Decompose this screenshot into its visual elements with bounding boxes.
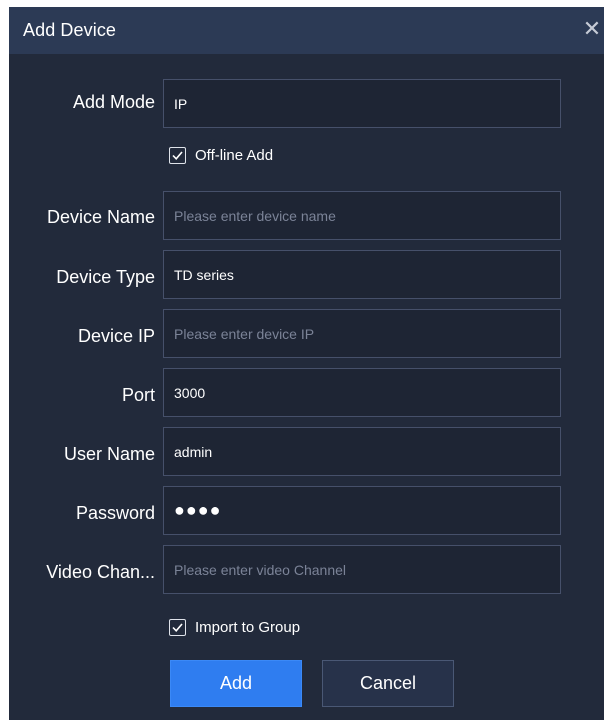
offline-add-checkbox[interactable]: Off-line Add (169, 144, 273, 166)
close-icon[interactable]: ✕ (580, 17, 604, 41)
video-channel-label: Video Chan... (46, 562, 155, 582)
device-ip-input[interactable]: Please enter device IP (163, 309, 561, 358)
user-name-label: User Name (63, 444, 155, 464)
add-mode-select[interactable]: IP (163, 79, 561, 128)
cancel-button[interactable]: Cancel (322, 660, 454, 707)
dialog-title: Add Device (23, 20, 117, 40)
add-device-dialog: Add Device ✕ Add Mode IP Off-line Add De… (9, 7, 604, 720)
password-input[interactable]: ●●●● (163, 486, 561, 535)
user-name-input[interactable]: admin (163, 427, 561, 476)
device-type-label: Device Type (56, 267, 155, 287)
checkbox-checked-icon[interactable] (169, 146, 186, 164)
port-input[interactable]: 3000 (163, 368, 561, 417)
port-label: Port (121, 385, 155, 405)
add-mode-label: Add Mode (72, 92, 155, 112)
device-ip-label: Device IP (77, 326, 155, 346)
device-type-select[interactable]: TD series (163, 250, 561, 299)
checkbox-checked-icon[interactable] (169, 618, 186, 636)
device-name-label: Device Name (46, 207, 155, 227)
import-to-group-label: Import to Group (195, 618, 301, 636)
video-channel-input[interactable]: Please enter video Channel (163, 545, 561, 594)
offline-add-label: Off-line Add (195, 146, 274, 164)
dialog-title-bar: Add Device ✕ (9, 7, 604, 54)
import-to-group-checkbox[interactable]: Import to Group (169, 616, 300, 638)
add-button[interactable]: Add (170, 660, 302, 707)
device-name-input[interactable]: Please enter device name (163, 191, 561, 240)
password-label: Password (75, 503, 155, 523)
